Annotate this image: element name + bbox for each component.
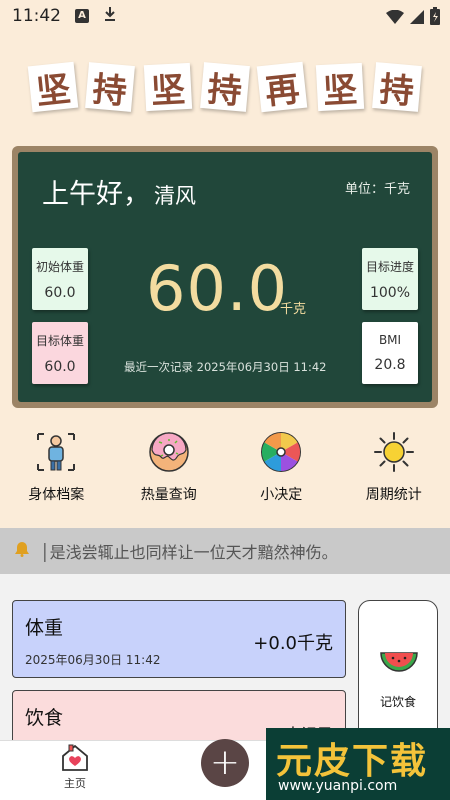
watermark-title: 元皮下载	[276, 741, 429, 782]
target-weight-value: 60.0	[44, 358, 76, 375]
initial-weight-card[interactable]: 初始体重 60.0	[32, 248, 88, 310]
target-progress-value: 100%	[369, 284, 411, 301]
wifi-icon	[386, 9, 404, 28]
battery-icon	[430, 7, 440, 29]
weight-record-card[interactable]: 体重 2025年06月30日 11:42 +0.0千克	[12, 600, 346, 678]
sun-icon	[373, 432, 414, 472]
bmi-card[interactable]: BMI 20.8	[362, 322, 418, 384]
banner-tile: 持	[85, 62, 136, 112]
download-icon	[103, 6, 117, 26]
target-progress-card[interactable]: 目标进度 100%	[362, 248, 418, 310]
notice-bar[interactable]: │是浅尝辄止也同样让一位天才黯然神伤。	[0, 528, 450, 574]
watermark-url: www.yuanpi.com	[278, 778, 398, 794]
nav-home-label: 主页	[64, 777, 86, 790]
shortcut-body-profile[interactable]: 身体档案	[6, 430, 106, 510]
signal-icon	[410, 9, 424, 28]
shortcut-label: 周期统计	[365, 487, 422, 503]
plus-icon: +	[209, 742, 241, 783]
bmi-value: 20.8	[374, 357, 406, 373]
shortcut-label: 热量查询	[140, 487, 197, 503]
shortcut-decision[interactable]: 小决定	[231, 430, 331, 510]
body-profile-icon	[37, 433, 76, 471]
record-diet-label: 记饮食	[379, 695, 416, 709]
notice-text: │是浅尝辄止也同样让一位天才黯然神伤。	[40, 543, 338, 562]
shortcut-cycle-stats[interactable]: 周期统计	[344, 430, 444, 510]
shortcut-bar: 身体档案 热量查询 小决定 周期统计	[0, 430, 450, 510]
greeting-text: 上午好，	[42, 179, 150, 210]
watermark-logo: 元皮下载 www.yuanpi.com	[266, 728, 450, 800]
add-record-button[interactable]: +	[201, 739, 249, 787]
current-weight-unit: 千克	[280, 302, 307, 317]
watermelon-icon	[380, 652, 418, 672]
user-name: 清风	[154, 184, 196, 208]
initial-weight-value: 60.0	[44, 284, 76, 301]
nav-home[interactable]: 主页	[48, 743, 102, 791]
banner-tile: 坚	[27, 61, 79, 113]
color-wheel-icon	[261, 432, 302, 472]
weight-record-change: +0.0千克	[253, 633, 333, 654]
banner-tile: 再	[257, 61, 308, 113]
weight-record-title: 体重	[25, 617, 64, 639]
initial-weight-label: 初始体重	[35, 259, 84, 274]
greeting: 上午好， 清风	[42, 172, 196, 211]
banner-tile: 持	[372, 62, 422, 112]
home-icon	[62, 744, 88, 771]
donut-icon	[149, 432, 189, 472]
target-weight-card[interactable]: 目标体重 60.0	[32, 322, 88, 384]
records-area: 体重 2025年06月30日 11:42 +0.0千克 饮食 未记录 记饮食	[0, 574, 450, 740]
shortcut-label: 小决定	[260, 487, 303, 503]
status-time: 11:42	[12, 6, 61, 26]
shortcut-label: 身体档案	[28, 487, 85, 503]
banner-tile: 持	[200, 62, 250, 112]
target-weight-label: 目标体重	[35, 333, 84, 348]
bell-icon	[14, 541, 30, 561]
banner-tile: 坚	[143, 62, 192, 111]
bmi-label: BMI	[378, 333, 402, 347]
notification-a-icon: A	[75, 9, 89, 23]
last-record-time: 最近一次记录 2025年06月30日 11:42	[124, 360, 327, 374]
banner-tile: 坚	[315, 62, 364, 111]
target-progress-label: 目标进度	[365, 259, 414, 274]
quick-record-panel[interactable]: 记饮食	[358, 600, 438, 740]
status-bar: 11:42 A	[0, 0, 450, 32]
weight-board: 上午好， 清风 单位：千克 初始体重 60.0 目标体重 60.0 目标进度 10…	[12, 146, 438, 408]
shortcut-calorie[interactable]: 热量查询	[119, 430, 219, 510]
diet-record-title: 饮食	[25, 707, 64, 729]
current-weight: 60.0	[146, 252, 289, 325]
unit-label[interactable]: 单位：千克	[345, 178, 410, 197]
motto-banner: 坚 持 坚 持 再 坚 持	[27, 61, 422, 113]
weight-record-time: 2025年06月30日 11:42	[25, 653, 161, 667]
